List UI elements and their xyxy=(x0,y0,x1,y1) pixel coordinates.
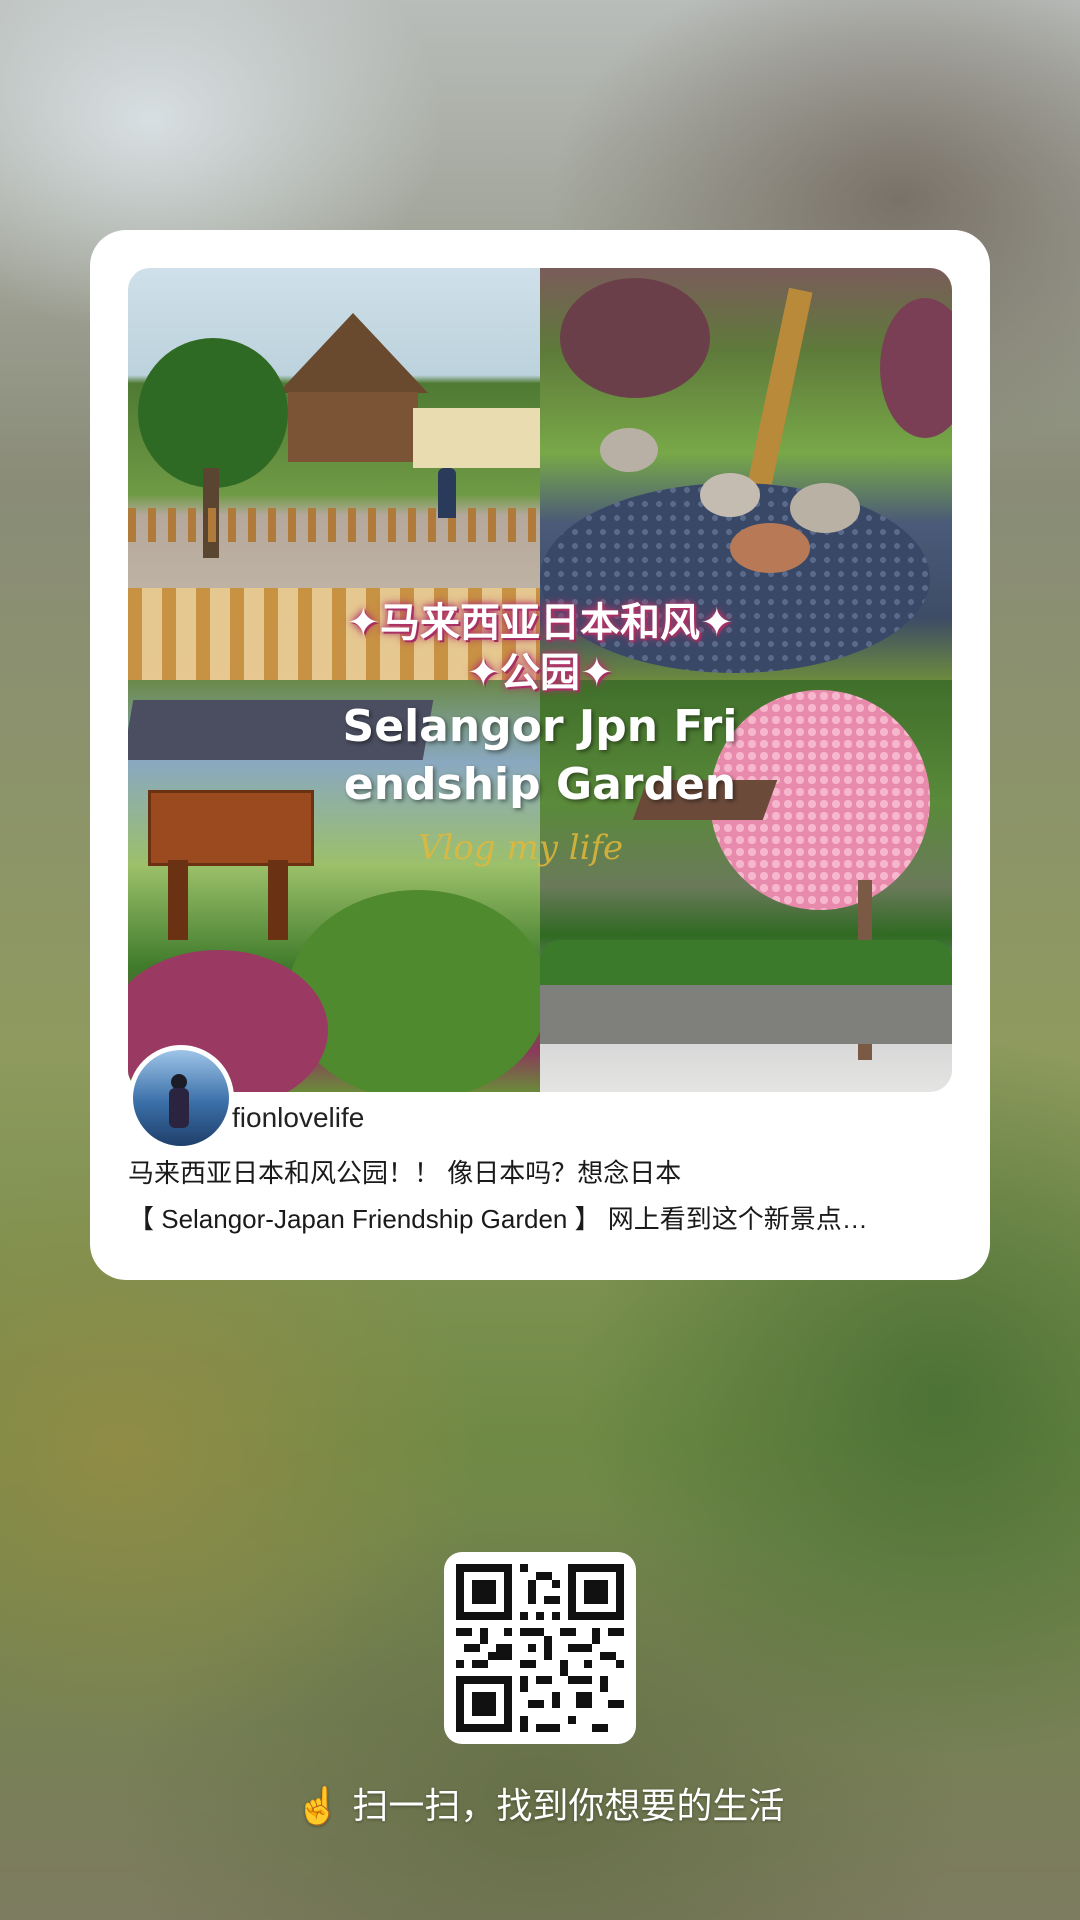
cover-script-text: Vlog my life xyxy=(418,828,624,868)
pointing-hand-icon: ☝ xyxy=(295,1785,341,1826)
cover-title-chinese: ✦马来西亚日本和风✦ ✦公园✦ xyxy=(128,598,952,698)
qr-code[interactable] xyxy=(444,1552,636,1744)
post-card[interactable]: ✦马来西亚日本和风✦ ✦公园✦ Selangor Jpn Fri endship… xyxy=(90,230,990,1280)
cover-image-collage[interactable]: ✦马来西亚日本和风✦ ✦公园✦ Selangor Jpn Fri endship… xyxy=(128,268,952,1092)
cover-title-english-line1: Selangor Jpn Fri xyxy=(342,701,738,752)
cover-title-line2: ✦公园✦ xyxy=(466,650,614,696)
description-line2: 【 Selangor-Japan Friendship Garden 】 网上看… xyxy=(128,1204,868,1234)
scan-prompt-text: 扫一扫，找到你想要的生活 xyxy=(352,1785,785,1826)
cover-title-english: Selangor Jpn Fri endship Garden xyxy=(128,698,952,814)
username[interactable]: fionlovelife xyxy=(232,1102,364,1134)
scan-prompt: ☝ 扫一扫，找到你想要的生活 xyxy=(0,1777,1080,1829)
qr-code-pattern xyxy=(456,1564,624,1732)
post-description: 马来西亚日本和风公园！！ 像日本吗？想念日本 【 Selangor-Japan … xyxy=(128,1150,958,1242)
cover-title-english-line2: endship Garden xyxy=(343,759,737,810)
cover-title-line1: ✦马来西亚日本和风✦ xyxy=(346,600,734,646)
avatar[interactable] xyxy=(128,1045,234,1151)
description-line1: 马来西亚日本和风公园！！ 像日本吗？想念日本 xyxy=(128,1158,682,1188)
